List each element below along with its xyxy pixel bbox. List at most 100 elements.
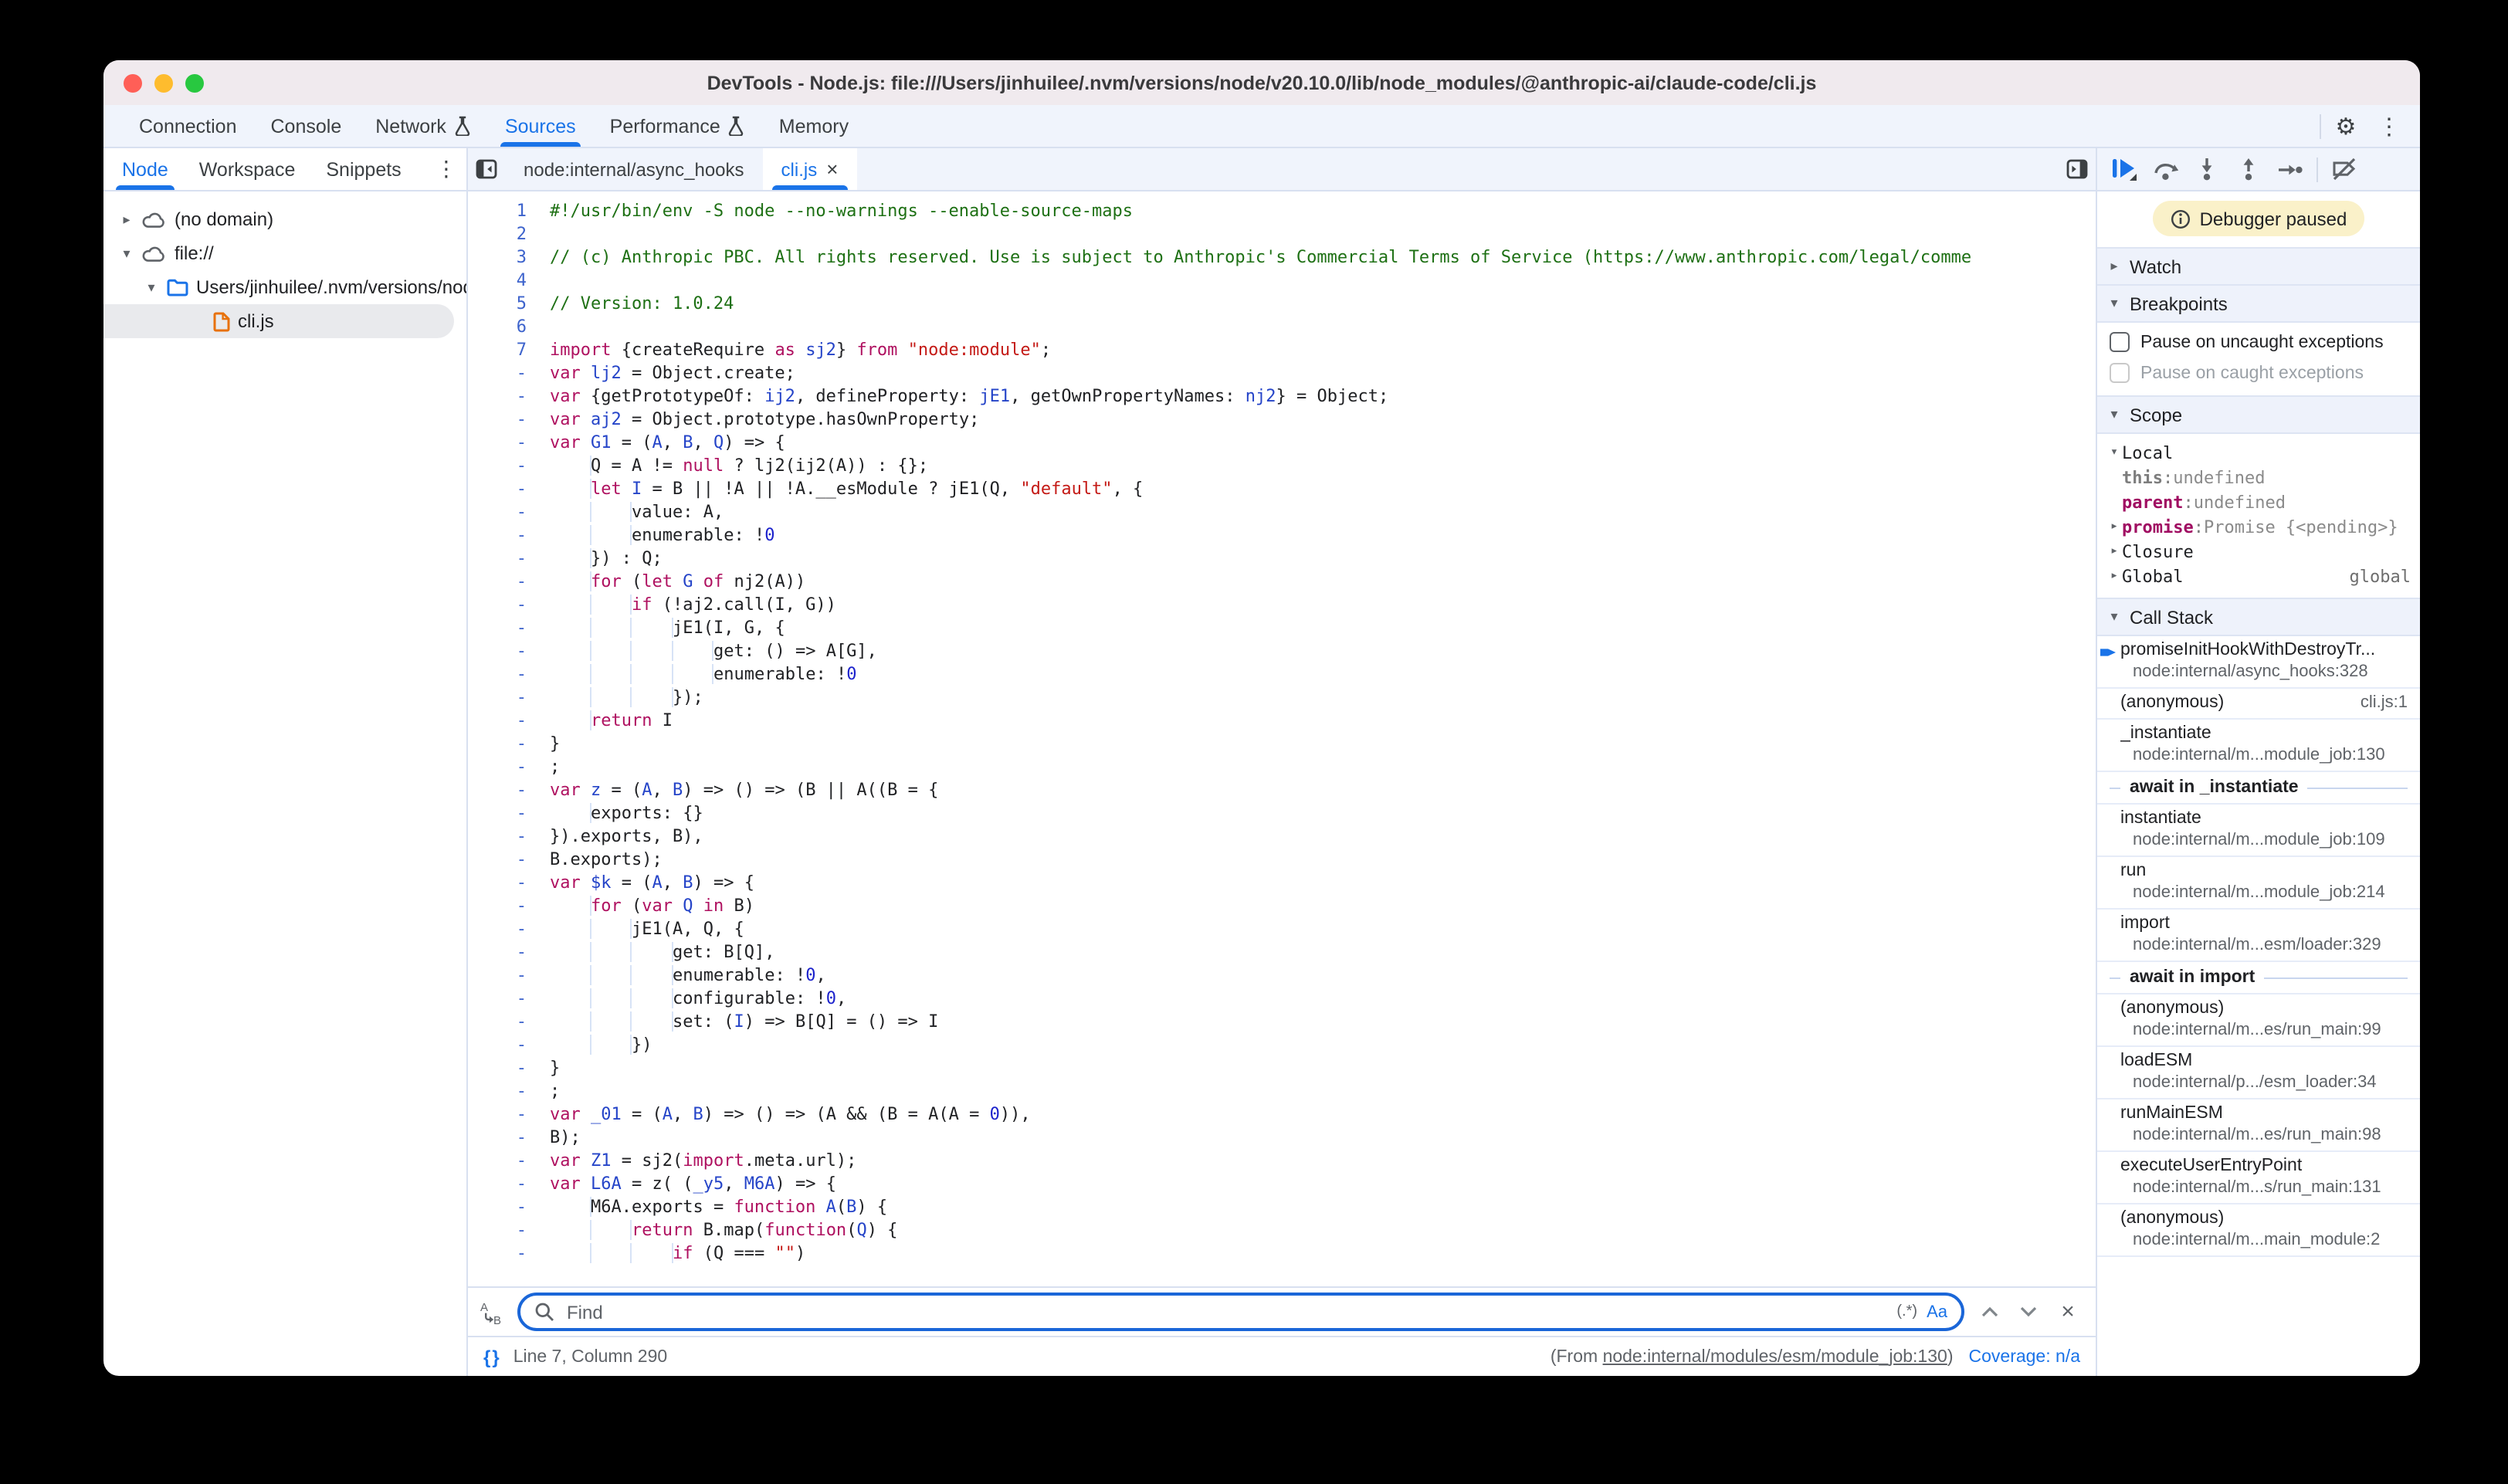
code-text[interactable]: var aj2 = Object.prototype.hasOwnPropert… bbox=[550, 408, 979, 431]
chevron-right-icon[interactable]: ▸ bbox=[2106, 568, 2122, 584]
chevron-down-icon[interactable]: ▾ bbox=[144, 279, 159, 296]
code-text[interactable]: get: () => A[G], bbox=[550, 639, 877, 662]
code-text[interactable]: var L6A = z( (_y5, M6A) => { bbox=[550, 1172, 836, 1195]
chevron-right-icon[interactable]: ▸ bbox=[2106, 544, 2122, 559]
code-text[interactable]: B.exports); bbox=[550, 848, 663, 871]
code-text[interactable]: import {createRequire as sj2} from "node… bbox=[550, 338, 1051, 361]
line-number[interactable]: - bbox=[468, 523, 550, 547]
code-text[interactable]: var _01 = (A, B) => () => (A && (B = A(A… bbox=[550, 1103, 1031, 1126]
call-stack-frame[interactable]: executeUserEntryPointnode:internal/m...s… bbox=[2097, 1152, 2420, 1204]
line-number[interactable]: 3 bbox=[468, 246, 550, 269]
line-number[interactable]: - bbox=[468, 732, 550, 755]
navigator-tab-node[interactable]: Node bbox=[122, 148, 168, 190]
code-text[interactable]: var Z1 = sj2(import.meta.url); bbox=[550, 1149, 856, 1172]
line-number[interactable]: 4 bbox=[468, 269, 550, 292]
code-text[interactable]: exports: {} bbox=[550, 801, 703, 825]
chevron-down-icon[interactable]: ▾ bbox=[2106, 445, 2122, 460]
line-number[interactable]: - bbox=[468, 1033, 550, 1056]
line-number[interactable]: - bbox=[468, 639, 550, 662]
tree-item-file-[interactable]: ▾file:// bbox=[103, 236, 466, 270]
regex-toggle-icon[interactable]: (.*) bbox=[1896, 1303, 1917, 1320]
scope-row[interactable]: ▸promise: Promise {<pending>} bbox=[2097, 514, 2420, 539]
scope-section-header[interactable]: ▾ Scope bbox=[2097, 395, 2420, 434]
code-text[interactable]: B); bbox=[550, 1126, 581, 1149]
call-stack-frame[interactable]: (anonymous)node:internal/m...es/run_main… bbox=[2097, 994, 2420, 1047]
code-text[interactable]: for (let G of nj2(A)) bbox=[550, 570, 805, 593]
line-number[interactable]: 6 bbox=[468, 315, 550, 338]
line-number[interactable]: - bbox=[468, 477, 550, 500]
call-stack-frame[interactable]: _instantiatenode:internal/m...module_job… bbox=[2097, 720, 2420, 772]
tab-memory[interactable]: Memory bbox=[762, 105, 866, 147]
code-text[interactable]: var {getPrototypeOf: ij2, defineProperty… bbox=[550, 385, 1388, 408]
line-number[interactable]: 5 bbox=[468, 292, 550, 315]
code-text[interactable]: Q = A != null ? lj2(ij2(A)) : {}; bbox=[550, 454, 928, 477]
code-text[interactable]: if (Q === "") bbox=[550, 1242, 805, 1265]
chevron-right-icon[interactable]: ▸ bbox=[119, 211, 134, 228]
tree-item-cli-js[interactable]: cli.js bbox=[103, 304, 454, 338]
code-text[interactable]: M6A.exports = function A(B) { bbox=[550, 1195, 887, 1218]
find-next-icon[interactable] bbox=[2014, 1298, 2042, 1326]
line-number[interactable]: - bbox=[468, 385, 550, 408]
breakpoint-option[interactable]: Pause on uncaught exceptions bbox=[2110, 332, 2408, 352]
tab-console[interactable]: Console bbox=[254, 105, 359, 147]
step-out-icon[interactable] bbox=[2228, 151, 2269, 188]
window-titlebar[interactable]: DevTools - Node.js: file:///Users/jinhui… bbox=[103, 60, 2420, 105]
code-text[interactable]: value: A, bbox=[550, 500, 724, 523]
line-number[interactable]: - bbox=[468, 825, 550, 848]
code-text[interactable]: enumerable: !0 bbox=[550, 662, 856, 686]
tree-item--no-domain-[interactable]: ▸(no domain) bbox=[103, 202, 466, 236]
call-stack-frame[interactable]: promiseInitHookWithDestroyTr...node:inte… bbox=[2097, 636, 2420, 689]
line-number[interactable]: - bbox=[468, 547, 550, 570]
chevron-right-icon[interactable]: ▸ bbox=[2106, 519, 2122, 534]
line-number[interactable]: 7 bbox=[468, 338, 550, 361]
code-text[interactable]: }).exports, B), bbox=[550, 825, 703, 848]
code-text[interactable]: let I = B || !A || !A.__esModule ? jE1(Q… bbox=[550, 477, 1143, 500]
line-number[interactable]: - bbox=[468, 1242, 550, 1265]
code-text[interactable]: enumerable: !0, bbox=[550, 964, 826, 987]
line-number[interactable]: - bbox=[468, 1010, 550, 1033]
line-number[interactable]: - bbox=[468, 361, 550, 385]
scope-row[interactable]: ▸Globalglobal bbox=[2097, 564, 2420, 588]
line-number[interactable]: - bbox=[468, 801, 550, 825]
step-icon[interactable] bbox=[2270, 151, 2310, 188]
line-number[interactable]: - bbox=[468, 964, 550, 987]
step-over-icon[interactable] bbox=[2145, 151, 2185, 188]
code-text[interactable]: }) : Q; bbox=[550, 547, 663, 570]
line-number[interactable]: - bbox=[468, 1149, 550, 1172]
call-stack-frame[interactable]: loadESMnode:internal/p.../esm_loader:34 bbox=[2097, 1047, 2420, 1099]
line-number[interactable]: - bbox=[468, 616, 550, 639]
kebab-menu-icon[interactable]: ⋮ bbox=[2371, 107, 2408, 144]
line-number[interactable]: - bbox=[468, 454, 550, 477]
line-number[interactable]: - bbox=[468, 894, 550, 917]
toggle-navigator-icon[interactable] bbox=[468, 148, 505, 190]
toggle-debugger-sidebar-icon[interactable] bbox=[2059, 148, 2096, 190]
call-stack-frame[interactable]: runMainESMnode:internal/m...es/run_main:… bbox=[2097, 1099, 2420, 1152]
code-text[interactable]: }); bbox=[550, 686, 703, 709]
call-stack-frame[interactable]: importnode:internal/m...esm/loader:329 bbox=[2097, 910, 2420, 962]
code-text[interactable]: if (!aj2.call(I, G)) bbox=[550, 593, 836, 616]
code-text[interactable]: } bbox=[550, 1056, 560, 1079]
line-number[interactable]: - bbox=[468, 848, 550, 871]
code-text[interactable]: } bbox=[550, 732, 560, 755]
navigator-tab-workspace[interactable]: Workspace bbox=[199, 148, 296, 190]
call-stack-frame[interactable]: (anonymous)node:internal/m...main_module… bbox=[2097, 1204, 2420, 1257]
line-number[interactable]: - bbox=[468, 500, 550, 523]
code-text[interactable]: }) bbox=[550, 1033, 652, 1056]
scope-row[interactable]: parent: undefined bbox=[2097, 490, 2420, 514]
code-text[interactable]: set: (I) => B[Q] = () => I bbox=[550, 1010, 938, 1033]
close-window-button[interactable] bbox=[124, 73, 142, 92]
line-number[interactable]: - bbox=[468, 662, 550, 686]
checkbox[interactable] bbox=[2110, 332, 2130, 352]
code-text[interactable]: return B.map(function(Q) { bbox=[550, 1218, 897, 1242]
line-number[interactable]: - bbox=[468, 917, 550, 940]
tab-sources[interactable]: Sources bbox=[488, 105, 593, 147]
tree-item-users-jinhuilee-nvm-versions-node-v2-[interactable]: ▾Users/jinhuilee/.nvm/versions/node/v2..… bbox=[103, 270, 466, 304]
line-number[interactable]: - bbox=[468, 593, 550, 616]
line-number[interactable]: - bbox=[468, 987, 550, 1010]
line-number[interactable]: - bbox=[468, 1172, 550, 1195]
coverage-link[interactable]: Coverage: n/a bbox=[1969, 1347, 2081, 1366]
line-number[interactable]: 2 bbox=[468, 222, 550, 246]
close-tab-icon[interactable]: × bbox=[826, 158, 838, 181]
line-number[interactable]: - bbox=[468, 940, 550, 964]
line-number[interactable]: - bbox=[468, 1218, 550, 1242]
